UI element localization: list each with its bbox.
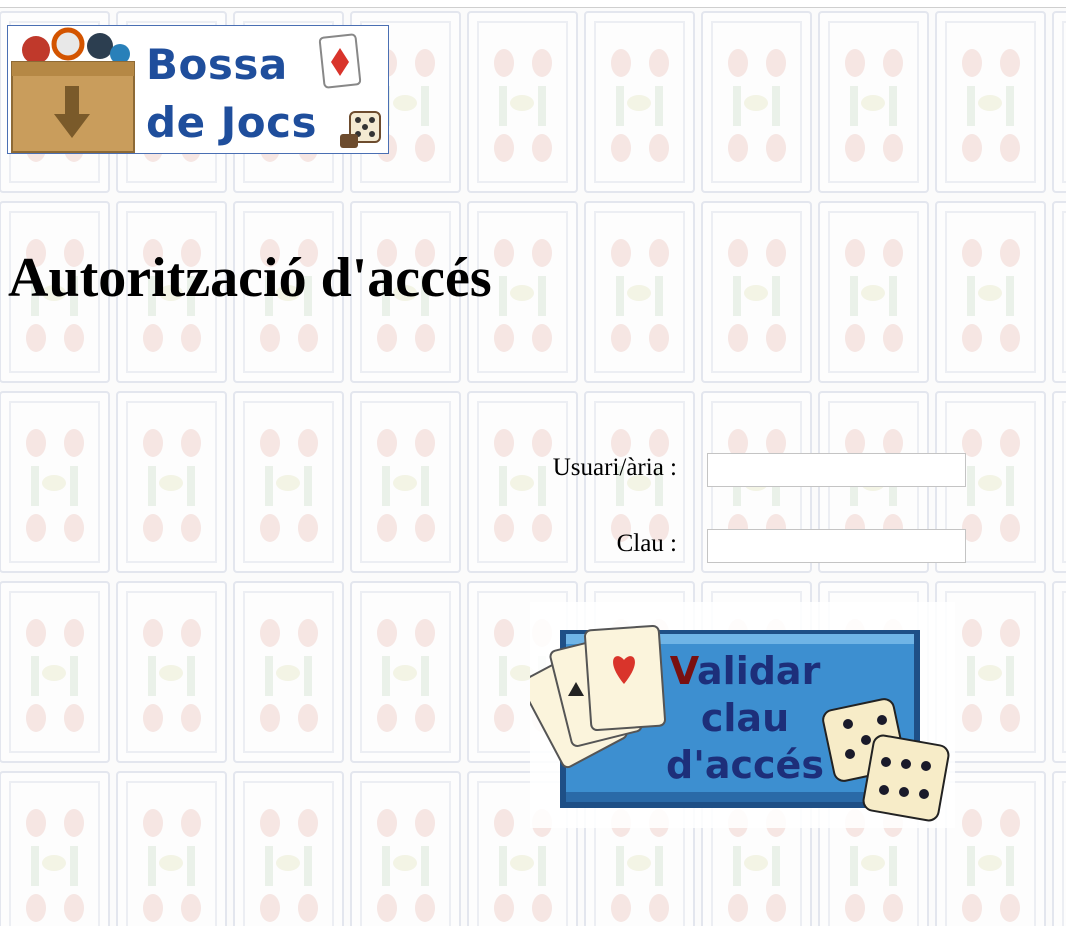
box-with-arrow-icon (11, 27, 135, 153)
password-label: Clau : (616, 530, 677, 557)
dice-icon (340, 111, 381, 148)
browser-top-rule (0, 0, 1066, 8)
validate-access-button[interactable]: Validar clau d'accés (530, 602, 955, 828)
bossa-de-jocs-logo[interactable]: Bossa de Jocs (7, 25, 389, 154)
validate-button-graphic (530, 602, 955, 828)
password-input[interactable] (707, 529, 966, 563)
logo-line-2: de Jocs (146, 98, 318, 147)
username-input[interactable] (707, 453, 966, 487)
ace-of-diamonds-icon (318, 33, 362, 89)
page-title: Autorització d'accés (8, 247, 492, 309)
username-label: Usuari/ària : (552, 454, 677, 481)
logo-line-1: Bossa (146, 40, 288, 89)
